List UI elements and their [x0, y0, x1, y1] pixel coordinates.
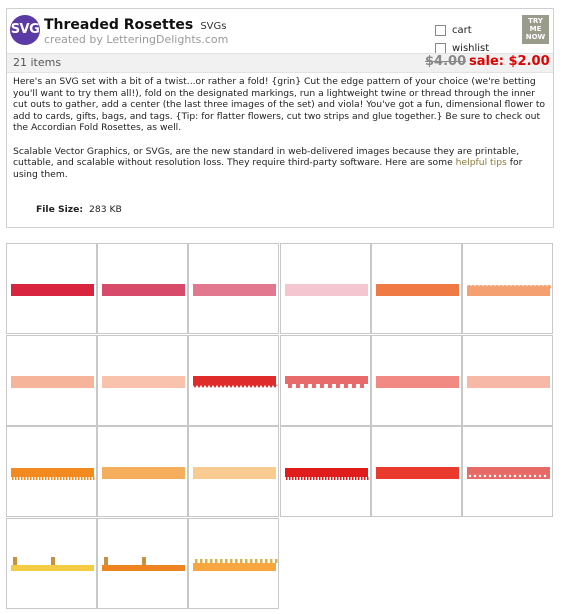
items-count: 21 items	[13, 56, 62, 69]
thumbnail-item[interactable]	[462, 243, 553, 334]
cart-option[interactable]: cart	[435, 25, 472, 37]
thumbnail-item[interactable]	[97, 243, 188, 334]
rosette-strip-image	[467, 285, 551, 296]
thumbnail-item[interactable]	[371, 335, 462, 426]
rosette-strip-image	[285, 284, 368, 296]
rosette-strip-image	[102, 284, 185, 296]
file-size: File Size: 283 KB	[36, 204, 122, 215]
rosette-strip-image	[193, 559, 278, 571]
sale-price: sale: $2.00	[469, 54, 550, 69]
thumbnail-item[interactable]	[280, 335, 371, 426]
thumbnail-item[interactable]	[371, 243, 462, 334]
file-size-value: 283 KB	[89, 204, 122, 215]
thumbnail-item[interactable]	[462, 426, 553, 517]
rosette-strip-image	[193, 376, 277, 388]
thumbnail-item[interactable]	[188, 426, 279, 517]
original-price: $4.00	[425, 54, 467, 69]
rosette-strip-image	[11, 376, 94, 388]
thumbnail-item[interactable]	[188, 518, 279, 609]
svg-format-badge: SVG	[10, 15, 40, 45]
rosette-strip-image	[467, 467, 550, 479]
creator-link[interactable]: created by LetteringDelights.com	[44, 33, 228, 46]
thumbnail-item[interactable]	[188, 335, 279, 426]
rosette-strip-image	[102, 376, 185, 388]
thumbnail-item[interactable]	[97, 518, 188, 609]
try-me-line-2: ME	[529, 25, 542, 33]
try-me-line-3: NOW	[525, 33, 546, 41]
cart-checkbox[interactable]	[435, 25, 446, 36]
rosette-strip-image	[11, 557, 94, 571]
product-card: SVG Threaded Rosettes SVGs created by Le…	[6, 8, 554, 228]
file-size-label: File Size:	[36, 204, 84, 215]
product-header: SVG Threaded Rosettes SVGs created by Le…	[7, 9, 553, 54]
rosette-strip-image	[467, 376, 550, 388]
rosette-strip-image	[285, 376, 368, 388]
rosette-strip-image	[11, 468, 95, 480]
meta-bar: 21 items $4.00 sale: $2.00	[7, 53, 553, 73]
try-me-now-button[interactable]: TRY ME NOW	[522, 15, 549, 44]
description-text: Scalable Vector Graphics, or SVGs, are t…	[13, 145, 520, 169]
product-description: Here's an SVG set with a bit of a twist.…	[13, 76, 549, 192]
thumbnail-item[interactable]	[6, 243, 97, 334]
thumbnail-item[interactable]	[280, 426, 371, 517]
product-type: SVGs	[200, 21, 227, 32]
rosette-strip-image	[285, 468, 369, 480]
thumbnail-item[interactable]	[97, 335, 188, 426]
try-me-line-1: TRY	[528, 17, 543, 25]
helpful-tips-link[interactable]: helpful tips	[456, 157, 507, 168]
rosette-strip-image	[193, 284, 276, 296]
rosette-strip-image	[102, 467, 185, 479]
thumbnail-item[interactable]	[6, 426, 97, 517]
thumbnail-item[interactable]	[97, 426, 188, 517]
rosette-strip-image	[376, 467, 459, 479]
rosette-strip-image	[102, 557, 185, 571]
description-paragraph-2: Scalable Vector Graphics, or SVGs, are t…	[13, 146, 549, 181]
thumbnail-item[interactable]	[6, 518, 97, 609]
thumbnail-item[interactable]	[462, 335, 553, 426]
rosette-strip-image	[376, 376, 459, 388]
product-title[interactable]: Threaded Rosettes	[44, 17, 193, 33]
thumbnail-item[interactable]	[188, 243, 279, 334]
thumbnail-item[interactable]	[280, 243, 371, 334]
thumbnail-item[interactable]	[371, 426, 462, 517]
cart-label: cart	[452, 25, 472, 36]
title-row: Threaded Rosettes SVGs	[44, 14, 226, 33]
rosette-strip-image	[193, 467, 276, 479]
rosette-strip-image	[11, 284, 94, 296]
thumbnail-item[interactable]	[6, 335, 97, 426]
description-paragraph-1: Here's an SVG set with a bit of a twist.…	[13, 76, 546, 133]
rosette-strip-image	[376, 284, 459, 296]
